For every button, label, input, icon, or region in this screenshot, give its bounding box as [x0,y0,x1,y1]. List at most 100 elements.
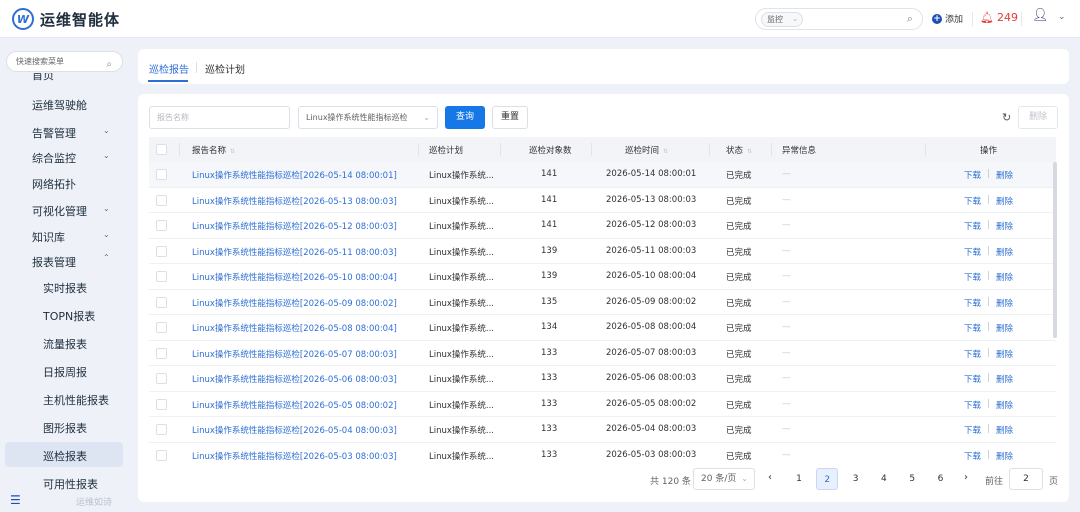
row-checkbox[interactable] [156,220,167,231]
download-link[interactable]: 下载 [964,220,981,232]
sidebar-subitem-daily-weekly[interactable]: 日报周报 [43,364,87,380]
table-row[interactable]: Linux操作系统性能指标巡检[2026-05-04 08:00:03] Linu… [149,417,1056,443]
reset-button[interactable]: 重置 [492,106,528,129]
delete-link[interactable]: 删除 [996,322,1013,334]
row-checkbox[interactable] [156,398,167,410]
delete-link[interactable]: 删除 [996,399,1013,411]
table-row[interactable]: Linux操作系统性能指标巡检[2026-05-12 08:00:03] Linu… [149,213,1056,239]
column-header-name[interactable]: 报告名称 ⇅ [192,144,235,156]
page-number[interactable]: 6 [930,468,952,490]
report-name-link[interactable]: Linux操作系统性能指标巡检[2026-05-07 08:00:03] [192,348,397,360]
row-checkbox[interactable] [156,373,167,384]
report-name-link[interactable]: Linux操作系统性能指标巡检[2026-05-11 08:00:03] [192,246,397,258]
chevron-down-icon[interactable]: ⌄ [1058,12,1066,22]
delete-link[interactable]: 删除 [996,169,1013,181]
table-row[interactable]: Linux操作系统性能指标巡检[2026-05-08 08:00:04] Linu… [149,315,1056,341]
table-row[interactable]: Linux操作系统性能指标巡检[2026-05-10 08:00:04] Linu… [149,264,1056,290]
table-row[interactable]: Linux操作系统性能指标巡检[2026-05-11 08:00:03] Linu… [149,239,1056,264]
row-checkbox[interactable] [156,271,167,282]
report-name-link[interactable]: Linux操作系统性能指标巡检[2026-05-04 08:00:03] [192,424,397,436]
prev-page-icon[interactable]: ‹ [768,472,772,483]
sidebar-item-reports[interactable]: 报表管理 [32,254,76,270]
add-button[interactable]: + 添加 [932,12,963,25]
delete-link[interactable]: 删除 [996,348,1013,360]
download-link[interactable]: 下载 [964,297,981,309]
report-name-link[interactable]: Linux操作系统性能指标巡检[2026-05-06 08:00:03] [192,373,397,385]
download-link[interactable]: 下载 [964,450,981,462]
download-link[interactable]: 下载 [964,424,981,436]
download-link[interactable]: 下载 [964,322,981,334]
delete-link[interactable]: 删除 [996,195,1013,207]
delete-link[interactable]: 删除 [996,246,1013,258]
query-button[interactable]: 查询 [445,106,485,129]
table-row[interactable]: Linux操作系统性能指标巡检[2026-05-06 08:00:03] Linu… [149,366,1056,392]
delete-link[interactable]: 删除 [996,220,1013,232]
page-number[interactable]: 3 [845,468,867,490]
sidebar-subitem-availability[interactable]: 可用性报表 [43,476,98,492]
report-name-link[interactable]: Linux操作系统性能指标巡检[2026-05-13 08:00:03] [192,195,397,207]
report-name-link[interactable]: Linux操作系统性能指标巡检[2026-05-12 08:00:03] [192,220,397,232]
sidebar-item-ops-cockpit[interactable]: 运维驾驶舱 [32,97,87,113]
delete-link[interactable]: 删除 [996,424,1013,436]
user-icon[interactable]: 👤︎ [1032,8,1049,23]
page-number[interactable]: 4 [873,468,895,490]
report-name-link[interactable]: Linux操作系统性能指标巡检[2026-05-14 08:00:01] [192,169,397,181]
search-icon[interactable]: ⌕ [907,12,913,26]
page-number[interactable]: 2 [816,468,839,490]
alerts-button[interactable]: 🔔︎ 249 [980,11,1018,24]
table-scrollbar[interactable] [1053,162,1057,338]
table-row[interactable]: Linux操作系统性能指标巡检[2026-05-07 08:00:03] Linu… [149,341,1056,366]
column-header-status[interactable]: 状态 ⇅ [726,144,752,156]
sidebar-subitem-graph[interactable]: 图形报表 [43,420,87,436]
report-name-link[interactable]: Linux操作系统性能指标巡检[2026-05-10 08:00:04] [192,271,397,283]
delete-link[interactable]: 删除 [996,373,1013,385]
next-page-icon[interactable]: › [964,472,968,483]
download-link[interactable]: 下载 [964,169,981,181]
download-link[interactable]: 下载 [964,271,981,283]
sidebar-subitem-inspection[interactable]: 巡检报表 [43,448,87,464]
report-name-input[interactable]: 报告名称 [149,106,290,129]
row-checkbox[interactable] [156,449,167,461]
row-checkbox[interactable] [156,245,167,257]
download-link[interactable]: 下载 [964,246,981,258]
tab-inspection-report[interactable]: 巡检报告 [149,61,189,76]
row-checkbox[interactable] [156,424,167,435]
goto-page-input[interactable]: 2 [1009,468,1043,490]
menu-collapse-icon[interactable]: ☰ [10,493,21,507]
row-checkbox[interactable] [156,169,167,180]
page-size-select[interactable]: 20 条/页 ⌄ [693,468,755,490]
delete-link[interactable]: 删除 [996,297,1013,309]
sidebar-item-visual[interactable]: 可视化管理 [32,203,87,219]
row-checkbox[interactable] [156,194,167,206]
download-link[interactable]: 下载 [964,195,981,207]
sidebar-item-topology[interactable]: 网络拓扑 [32,176,76,192]
report-name-link[interactable]: Linux操作系统性能指标巡检[2026-05-03 08:00:03] [192,450,397,462]
report-name-link[interactable]: Linux操作系统性能指标巡检[2026-05-05 08:00:02] [192,399,397,411]
sidebar-subitem-topn[interactable]: TOPN报表 [43,308,95,324]
tab-inspection-plan[interactable]: 巡检计划 [205,61,245,76]
table-row[interactable]: Linux操作系统性能指标巡检[2026-05-13 08:00:03] Linu… [149,188,1056,213]
delete-link[interactable]: 删除 [996,271,1013,283]
download-link[interactable]: 下载 [964,348,981,360]
page-number[interactable]: 5 [901,468,923,490]
plan-select[interactable]: Linux操作系统性能指标巡检 ⌄ [298,106,438,129]
sidebar-item-home[interactable]: 首页 [32,73,54,81]
table-row[interactable]: Linux操作系统性能指标巡检[2026-05-03 08:00:03] Linu… [149,443,1056,463]
column-header-time[interactable]: 巡检时间 ⇅ [625,144,668,156]
sidebar-item-alarm[interactable]: 告警管理 [32,125,76,141]
search-scope-select[interactable]: 监控 ⌄ [761,12,803,27]
menu-search-input[interactable]: 快速搜索菜单 ⌕ [6,51,123,72]
row-checkbox[interactable] [156,322,167,333]
batch-delete-button[interactable]: 删除 [1018,106,1058,129]
report-name-link[interactable]: Linux操作系统性能指标巡检[2026-05-09 08:00:02] [192,297,397,309]
sidebar-item-knowledge[interactable]: 知识库 [32,229,65,245]
global-search[interactable]: 监控 ⌄ ⌕ [755,8,923,30]
sidebar-subitem-realtime[interactable]: 实时报表 [43,280,87,296]
report-name-link[interactable]: Linux操作系统性能指标巡检[2026-05-08 08:00:04] [192,322,397,334]
download-link[interactable]: 下载 [964,399,981,411]
page-number[interactable]: 1 [788,468,810,490]
sidebar-subitem-host-perf[interactable]: 主机性能报表 [43,392,109,408]
table-row[interactable]: Linux操作系统性能指标巡检[2026-05-09 08:00:02] Linu… [149,290,1056,315]
delete-link[interactable]: 删除 [996,450,1013,462]
search-icon[interactable]: ⌕ [106,55,112,74]
